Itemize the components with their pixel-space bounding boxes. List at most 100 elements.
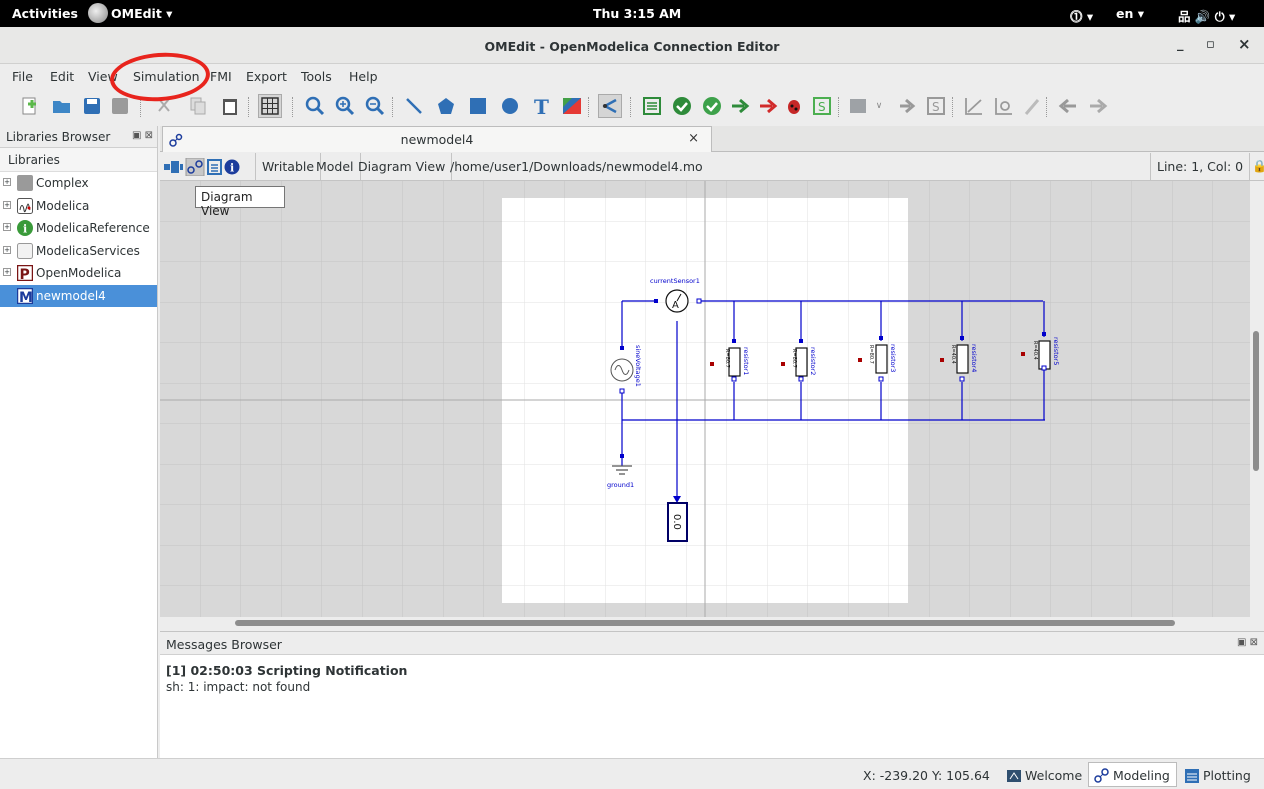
sine-voltage-label: sineVoltage1 (634, 345, 642, 387)
vertical-scroll-thumb[interactable] (1253, 331, 1259, 471)
message-header: [1] 02:50:03 Scripting Notification (166, 663, 408, 678)
horizontal-scroll-thumb[interactable] (235, 620, 1175, 626)
text-tool-icon[interactable]: T (530, 94, 554, 118)
activities-button[interactable]: Activities (12, 6, 78, 21)
modeling-icon (1094, 768, 1109, 783)
library-item-modelicaservices[interactable]: + ModelicaServices (0, 240, 157, 263)
plot-icon (962, 94, 986, 118)
menu-edit[interactable]: Edit (50, 69, 74, 84)
copy-icon (186, 94, 210, 118)
language-menu[interactable]: en ▾ (1116, 6, 1144, 21)
menu-help[interactable]: Help (349, 69, 378, 84)
system-top-bar: Activities OMEdit ▾ Thu 3:15 AM ⓵ ▾ en ▾… (0, 0, 1264, 27)
expand-icon[interactable]: + (3, 223, 11, 231)
svg-text:M: M (19, 290, 33, 304)
check-all-models-icon[interactable] (700, 94, 724, 118)
open-folder-icon[interactable] (50, 94, 74, 118)
accessibility-menu[interactable]: ⓵ ▾ (1070, 6, 1093, 25)
grid-icon[interactable] (258, 94, 282, 118)
zoom-in-icon[interactable] (333, 94, 357, 118)
zoom-reset-icon[interactable] (303, 94, 327, 118)
diagram-canvas[interactable]: A currentSensor1 sineVoltage1 ground1 0.… (160, 181, 1250, 617)
lock-icon[interactable]: 🔒 (1252, 159, 1264, 173)
export-dropdown-icon[interactable]: ∨ (872, 94, 886, 118)
minimize-button[interactable]: _ (1177, 37, 1184, 52)
polygon-tool-icon[interactable] (434, 94, 458, 118)
resistor-param: R=80.7 (868, 345, 874, 364)
package-icon (17, 242, 33, 259)
app-menu[interactable]: OMEdit ▾ (88, 3, 172, 23)
modeling-perspective-button[interactable]: Modeling (1088, 762, 1177, 787)
line-tool-icon[interactable] (402, 94, 426, 118)
info-icon: i (17, 220, 33, 236)
ellipse-tool-icon[interactable] (498, 94, 522, 118)
debug-icon[interactable] (782, 94, 806, 118)
menu-file[interactable]: File (12, 69, 33, 84)
menu-view[interactable]: View (88, 69, 118, 84)
view-switcher: i (160, 153, 256, 181)
message-body: sh: 1: impact: not found (166, 680, 311, 694)
expand-icon[interactable]: + (3, 268, 11, 276)
diagram-view-icon[interactable] (185, 158, 205, 176)
simulation-setup-icon[interactable]: S (810, 94, 834, 118)
display-component[interactable]: 0.0 (667, 496, 688, 542)
messages-browser: Messages Browser ▣ ⊠ [1] 02:50:03 Script… (160, 631, 1264, 758)
resistor-label: resistor3 (889, 344, 897, 372)
library-item-label: ModelicaServices (36, 243, 140, 258)
horizontal-scrollbar[interactable] (160, 617, 1264, 630)
documentation-view-icon[interactable]: i (224, 159, 240, 175)
menu-fmi[interactable]: FMI (210, 69, 232, 84)
save-icon[interactable] (80, 94, 104, 118)
libraries-browser-title-text: Libraries Browser (6, 130, 111, 144)
new-model-icon[interactable] (18, 94, 42, 118)
icon-view-icon[interactable] (164, 161, 183, 173)
library-item-newmodel4[interactable]: M newmodel4 (0, 284, 157, 307)
expand-icon[interactable]: + (3, 245, 11, 254)
current-view: Diagram View (352, 153, 453, 181)
text-view-icon[interactable] (207, 159, 222, 175)
expand-icon[interactable]: + (3, 200, 11, 209)
modelica-icon (17, 197, 33, 214)
vertical-scrollbar[interactable] (1250, 181, 1264, 617)
welcome-perspective-button[interactable]: Welcome (1000, 762, 1089, 787)
dock-float-close-icons[interactable]: ▣ ⊠ (1237, 637, 1258, 648)
check-model-list-icon[interactable] (640, 94, 664, 118)
expand-icon[interactable]: + (3, 178, 11, 186)
resistor-label: resistor4 (970, 344, 978, 372)
plotting-perspective-button[interactable]: Plotting (1178, 762, 1258, 787)
library-item-label: ModelicaReference (36, 221, 150, 235)
resistor-param: R=80.7 (724, 349, 730, 368)
menu-simulation[interactable]: Simulation (133, 69, 200, 84)
dock-float-close-icons[interactable]: ▣ ⊠ (132, 130, 153, 141)
connect-mode-icon[interactable] (598, 94, 622, 118)
check-model-icon[interactable] (670, 94, 694, 118)
diagram-svg[interactable]: A currentSensor1 sineVoltage1 ground1 0.… (160, 181, 1250, 617)
instantiate-model-icon[interactable] (728, 94, 752, 118)
rectangle-tool-icon[interactable] (466, 94, 490, 118)
library-item-complex[interactable]: + Complex (0, 172, 157, 195)
bitmap-tool-icon[interactable] (560, 94, 584, 118)
libraries-header: Libraries (0, 148, 157, 172)
library-item-label: OpenModelica (36, 266, 122, 280)
close-window-button[interactable]: × (1238, 35, 1251, 53)
system-menu[interactable]: 品 🔊 ⏻ ▾ (1178, 6, 1235, 25)
clock[interactable]: Thu 3:15 AM (593, 6, 681, 21)
library-item-openmodelica[interactable]: + P OpenModelica (0, 262, 157, 285)
messages-browser-title: Messages Browser ▣ ⊠ (160, 632, 1264, 655)
library-item-modelicareference[interactable]: + i ModelicaReference (0, 217, 157, 240)
menu-tools[interactable]: Tools (301, 69, 332, 84)
menu-export[interactable]: Export (246, 69, 287, 84)
status-bar: X: -239.20 Y: 105.64 Welcome Modeling Pl… (0, 758, 1264, 789)
welcome-icon (1007, 770, 1021, 782)
resistor-param: R=40.4 (950, 345, 956, 364)
current-sensor-label: currentSensor1 (650, 277, 700, 285)
maximize-button[interactable]: ▫ (1206, 37, 1215, 52)
zoom-out-icon[interactable] (363, 94, 387, 118)
export-icon (846, 94, 870, 118)
paste-icon[interactable] (218, 94, 242, 118)
library-item-modelica[interactable]: + Modelica (0, 195, 157, 218)
svg-text:S: S (818, 100, 826, 114)
simulate-icon[interactable] (756, 94, 780, 118)
tab-close-icon[interactable]: × (688, 131, 699, 146)
tab-newmodel4[interactable]: newmodel4 × (162, 126, 712, 152)
